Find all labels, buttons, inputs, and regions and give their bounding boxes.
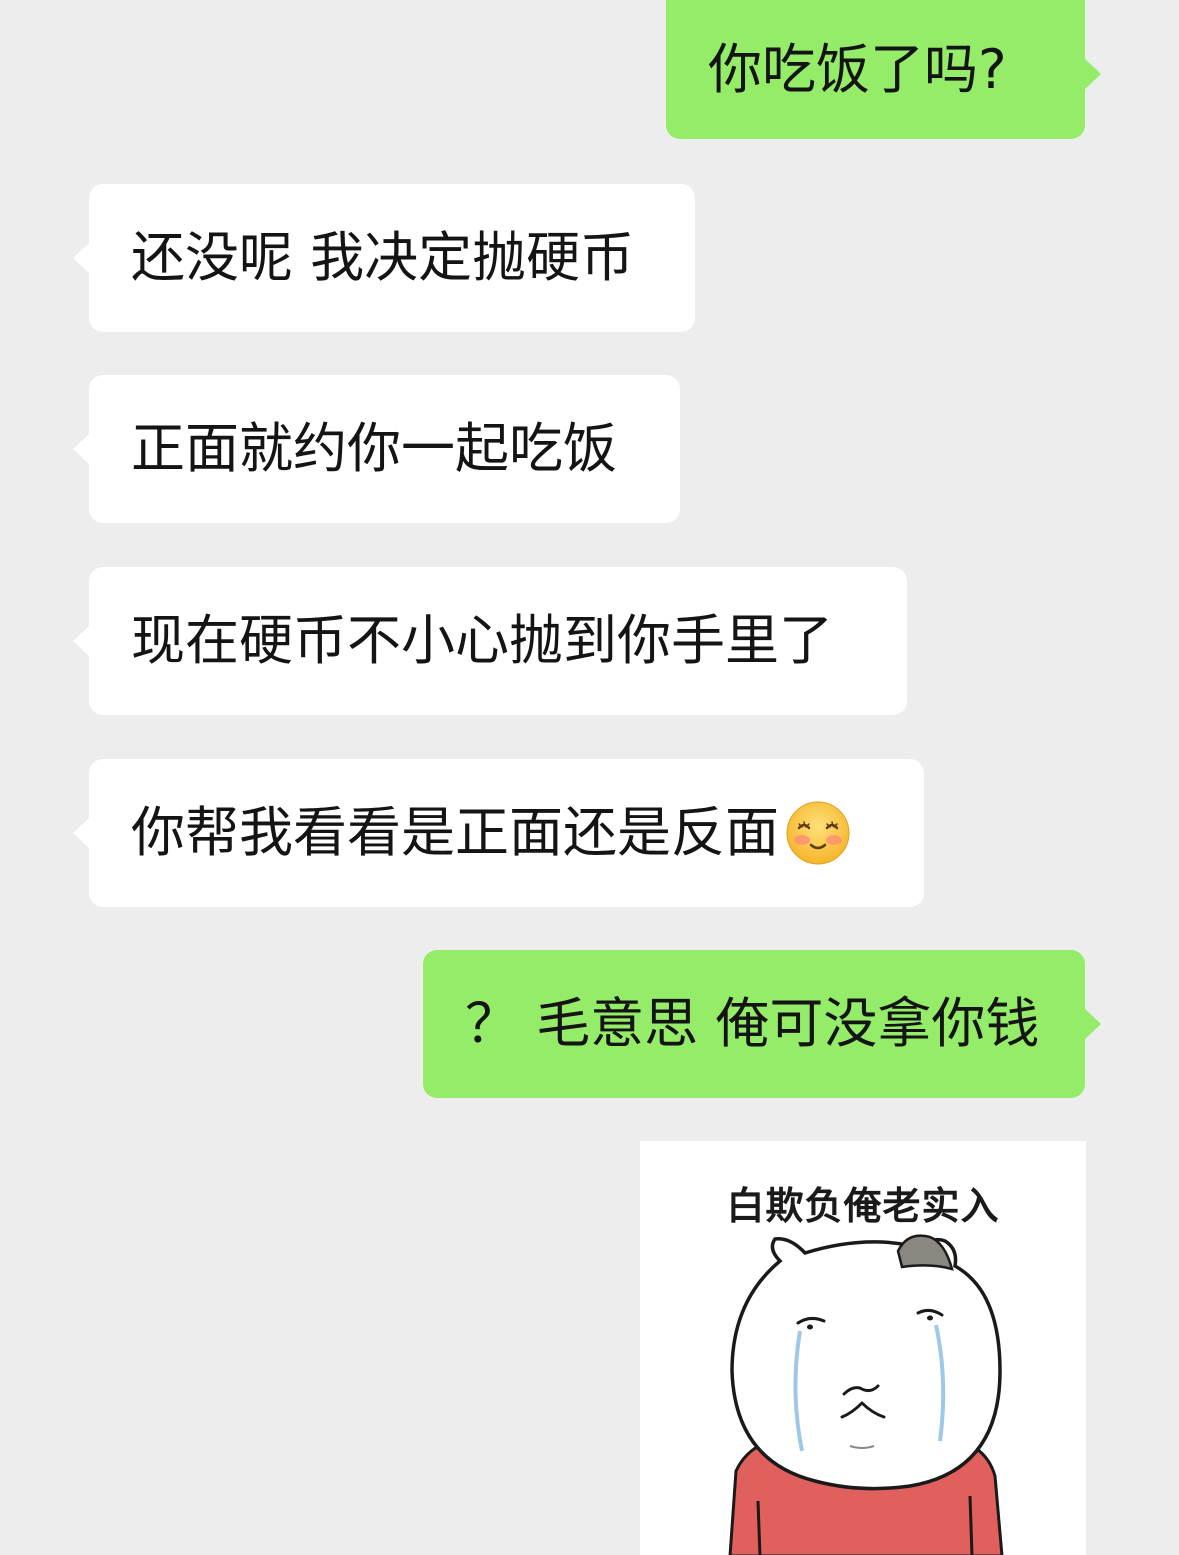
message-text: 正面就约你一起吃饭 (131, 417, 617, 480)
message-bubble-incoming[interactable]: 你帮我看看是正面还是反面 (73, 759, 924, 907)
blushing-smile-emoji-icon (785, 800, 851, 866)
message-text: ？ 毛意思 俺可没拿你钱 (465, 992, 1040, 1055)
sticker-message[interactable]: 白欺负俺老实入 (640, 1141, 1086, 1555)
message-bubble-outgoing[interactable]: ？ 毛意思 俺可没拿你钱 (423, 950, 1101, 1098)
message-bubble-incoming[interactable]: 现在硬币不小心抛到你手里了 (73, 567, 907, 715)
message-text: 现在硬币不小心抛到你手里了 (131, 609, 833, 672)
message-bubble-incoming[interactable]: 正面就约你一起吃饭 (73, 375, 680, 523)
message-text: 你帮我看看是正面还是反面 (131, 801, 779, 864)
message-text: 你吃饭了吗? (708, 37, 1007, 101)
message-bubble-incoming[interactable]: 还没呢 我决定抛硬币 (73, 184, 695, 332)
message-bubble-outgoing[interactable]: 你吃饭了吗? (666, 0, 1101, 139)
message-text: 还没呢 我决定抛硬币 (131, 226, 635, 289)
crying-cat-meme-icon (728, 1234, 1004, 1555)
chat-window: 你吃饭了吗? 还没呢 我决定抛硬币 正面就约你一起吃饭 现在硬币不小心抛到你手里… (0, 0, 1179, 1555)
